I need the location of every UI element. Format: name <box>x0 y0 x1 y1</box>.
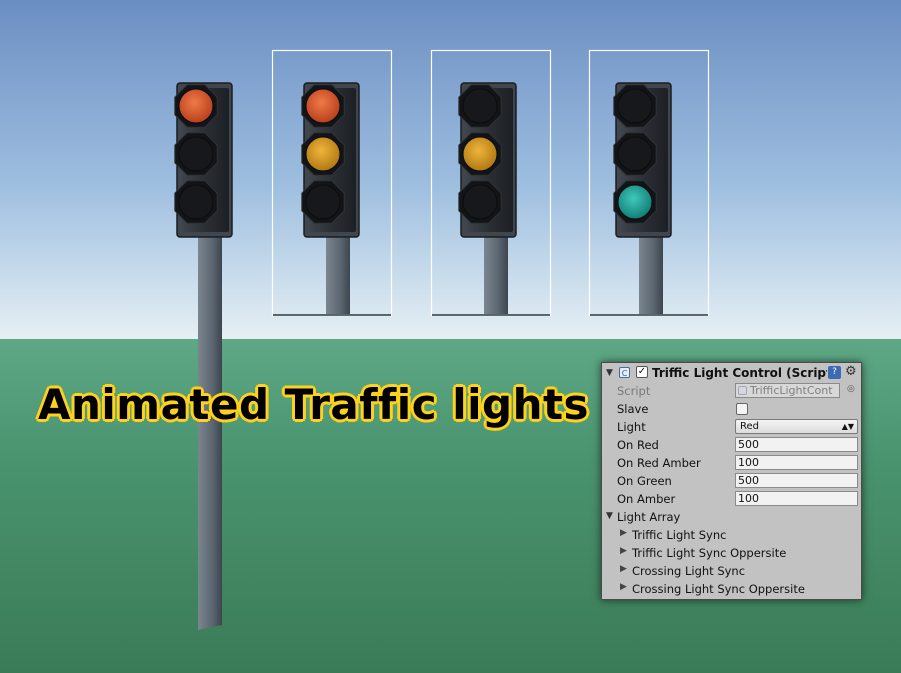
pole <box>484 235 508 314</box>
script-object-icon <box>738 386 747 395</box>
on-red-field[interactable]: 500 <box>735 437 858 452</box>
component-enabled-checkbox[interactable]: ✓ <box>636 366 648 378</box>
on-amber-row: On Amber 100 <box>602 490 861 508</box>
light-row: Light Red ▲▼ <box>602 418 861 436</box>
script-object-field[interactable]: TrifficLightCont <box>735 383 840 398</box>
amber-lamp <box>305 136 341 172</box>
pole <box>639 235 663 314</box>
inspector-panel: ▼ C ✓ Triffic Light Control (Script ? ⚙ … <box>601 362 862 600</box>
foldout-down-icon: ▼ <box>606 511 613 521</box>
green-lamp <box>178 184 214 220</box>
on-red-amber-label: On Red Amber <box>617 456 701 470</box>
slave-row: Slave <box>602 400 861 418</box>
on-red-amber-row: On Red Amber 100 <box>602 454 861 472</box>
array-item-label: Triffic Light Sync Oppersite <box>632 546 787 560</box>
on-amber-label: On Amber <box>617 492 676 506</box>
amber-lamp <box>178 136 214 172</box>
red-lamp <box>305 88 341 124</box>
on-red-row: On Red 500 <box>602 436 861 454</box>
array-item-1[interactable]: ▶ Triffic Light Sync Oppersite <box>602 544 861 562</box>
component-title: Triffic Light Control (Script <box>652 366 827 380</box>
foldout-right-icon: ▶ <box>620 528 627 538</box>
script-row: Script TrifficLightCont ◎ <box>602 382 861 400</box>
pole <box>326 235 350 314</box>
on-red-amber-field[interactable]: 100 <box>735 455 858 470</box>
red-lamp <box>617 88 653 124</box>
light-dropdown[interactable]: Red ▲▼ <box>735 419 858 434</box>
on-green-row: On Green 500 <box>602 472 861 490</box>
green-lamp <box>462 184 498 220</box>
light-label: Light <box>617 420 646 434</box>
on-green-field[interactable]: 500 <box>735 473 858 488</box>
dropdown-arrows-icon: ▲▼ <box>841 422 854 431</box>
help-icon[interactable]: ? <box>828 366 841 379</box>
array-item-label: Triffic Light Sync <box>632 528 727 542</box>
array-item-label: Crossing Light Sync <box>632 564 746 578</box>
array-item-2[interactable]: ▶ Crossing Light Sync <box>602 562 861 580</box>
light-array-foldout[interactable]: ▼ Light Array <box>602 508 861 526</box>
red-lamp <box>462 88 498 124</box>
script-label: Script <box>617 384 651 398</box>
array-item-0[interactable]: ▶ Triffic Light Sync <box>602 526 861 544</box>
amber-lamp <box>617 136 653 172</box>
inspector-header[interactable]: ▼ C ✓ Triffic Light Control (Script ? ⚙ <box>602 364 861 381</box>
green-lamp <box>305 184 341 220</box>
on-green-label: On Green <box>617 474 672 488</box>
headline-title: Animated Traffic lights <box>38 380 590 429</box>
light-array-label: Light Array <box>617 510 681 524</box>
object-picker-icon[interactable]: ◎ <box>847 384 855 394</box>
script-value: TrifficLightCont <box>750 384 833 397</box>
foldout-right-icon: ▶ <box>620 582 627 592</box>
on-amber-field[interactable]: 100 <box>735 491 858 506</box>
red-lamp <box>178 88 214 124</box>
slave-checkbox[interactable] <box>736 403 748 415</box>
green-lamp <box>617 184 653 220</box>
foldout-right-icon: ▶ <box>620 564 627 574</box>
amber-lamp <box>462 136 498 172</box>
on-red-label: On Red <box>617 438 659 452</box>
foldout-right-icon: ▶ <box>620 546 627 556</box>
array-item-3[interactable]: ▶ Crossing Light Sync Oppersite <box>602 580 861 598</box>
slave-label: Slave <box>617 402 649 416</box>
foldout-down-icon[interactable]: ▼ <box>606 368 613 378</box>
script-icon: C <box>619 367 630 378</box>
light-dropdown-value: Red <box>740 421 759 432</box>
gear-icon[interactable]: ⚙ <box>845 364 857 379</box>
array-item-label: Crossing Light Sync Oppersite <box>632 582 805 596</box>
pole <box>198 235 222 630</box>
